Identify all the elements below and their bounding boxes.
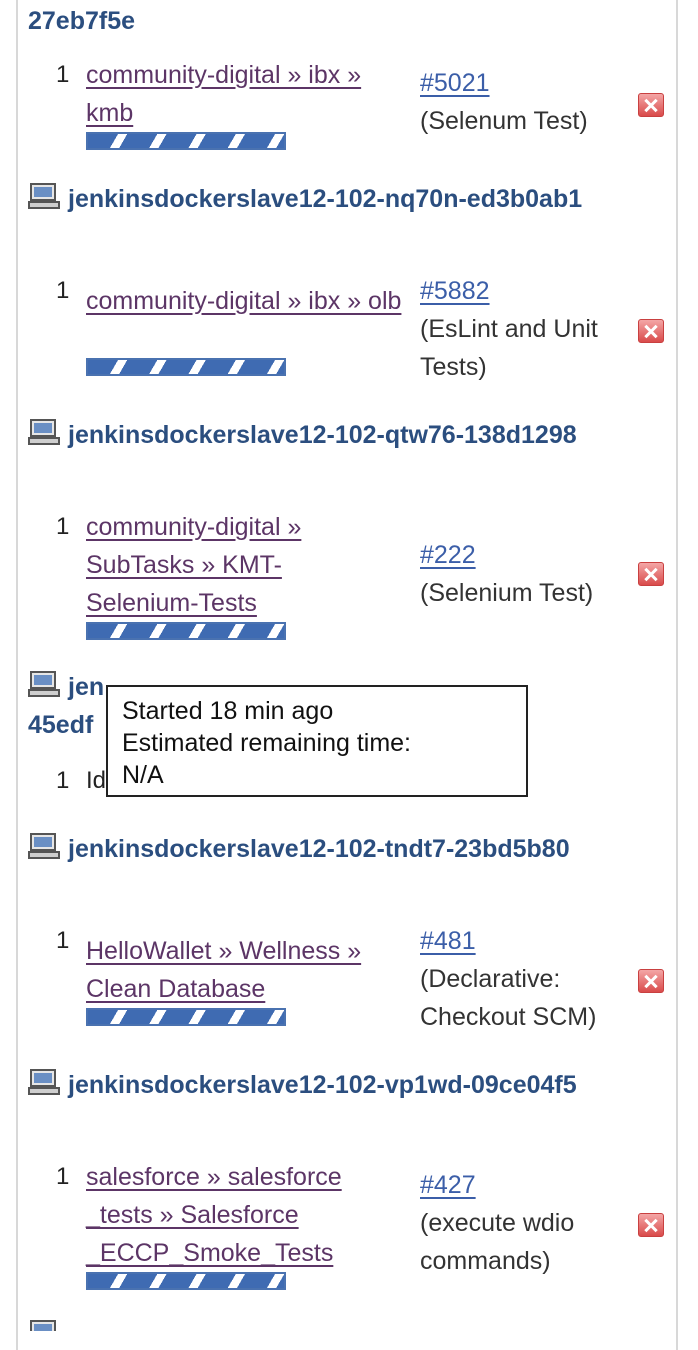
executor-row-number: 1 xyxy=(56,1163,70,1190)
executor-name[interactable]: jenkinsdockerslave12-102-tndt7-23bd5b80 xyxy=(28,830,588,871)
tooltip-estimate-label: Estimated remaining time: xyxy=(122,729,412,757)
build-stage: (Selenium Test) xyxy=(420,579,594,607)
stop-build-icon[interactable] xyxy=(638,969,664,993)
computer-icon xyxy=(28,1068,60,1107)
build-progress-bar[interactable] xyxy=(86,622,286,640)
executor-row-number: 1 xyxy=(56,767,70,794)
executor-name[interactable]: jenkinsdockerslave12-102-nq70n-ed3b0ab1 xyxy=(28,180,588,221)
build-info: #5882 (EsLint and Unit Tests) xyxy=(420,272,630,386)
computer-icon xyxy=(28,670,60,709)
executor-name[interactable]: jenkinsdockerslave12-102-qtw76-138d1298 xyxy=(28,416,588,457)
executor-row-number: 1 xyxy=(56,61,70,88)
computer-icon xyxy=(28,182,60,221)
executor-row-number: 1 xyxy=(56,513,70,540)
build-progress-bar[interactable] xyxy=(86,1008,286,1026)
job-link[interactable]: HelloWallet » Wellness » Clean Database xyxy=(86,932,406,1008)
build-info: #427 (execute wdio commands) xyxy=(420,1166,630,1280)
executor-name[interactable]: 27eb7f5e xyxy=(28,2,588,40)
job-link[interactable]: community-digital » ibx » kmb xyxy=(86,56,406,132)
job-link[interactable]: salesforce » salesforce _tests » Salesfo… xyxy=(86,1158,386,1272)
build-stage: (Declarative: Checkout SCM) xyxy=(420,965,597,1031)
computer-icon xyxy=(28,1318,60,1336)
build-number-link[interactable]: #5021 xyxy=(420,69,490,97)
job-link[interactable]: community-digital » ibx » olb xyxy=(86,282,406,320)
build-stage: (execute wdio commands) xyxy=(420,1209,575,1275)
executor-row-number: 1 xyxy=(56,927,70,954)
build-number-link[interactable]: #5882 xyxy=(420,277,490,305)
build-progress-bar[interactable] xyxy=(86,1272,286,1290)
build-progress-bar[interactable] xyxy=(86,132,286,150)
build-info: #5021 (Selenum Test) xyxy=(420,64,630,140)
build-number-link[interactable]: #427 xyxy=(420,1171,476,1199)
idle-status: Id xyxy=(86,767,107,794)
stop-build-icon[interactable] xyxy=(638,93,664,117)
executor-name[interactable]: jenkinsdockerslave12-102-vp1wd-09ce04f5 xyxy=(28,1066,588,1107)
tooltip-estimate-value: N/A xyxy=(122,761,164,789)
stop-build-icon[interactable] xyxy=(638,319,664,343)
computer-icon xyxy=(28,832,60,871)
build-info: #481 (Declarative: Checkout SCM) xyxy=(420,922,630,1036)
progress-tooltip: Started 18 min ago Estimated remaining t… xyxy=(106,685,528,797)
build-stage: (EsLint and Unit Tests) xyxy=(420,315,598,381)
build-info: #222 (Selenium Test) xyxy=(420,536,630,612)
build-stage: (Selenum Test) xyxy=(420,107,588,135)
executor-row-number: 1 xyxy=(56,277,70,304)
job-link[interactable]: community-digital » SubTasks » KMT-Selen… xyxy=(86,508,336,622)
computer-icon xyxy=(28,418,60,457)
tooltip-started: Started 18 min ago xyxy=(122,697,334,725)
build-number-link[interactable]: #481 xyxy=(420,927,476,955)
stop-build-icon[interactable] xyxy=(638,562,664,586)
build-progress-bar[interactable] xyxy=(86,358,286,376)
stop-build-icon[interactable] xyxy=(638,1213,664,1237)
build-number-link[interactable]: #222 xyxy=(420,541,476,569)
